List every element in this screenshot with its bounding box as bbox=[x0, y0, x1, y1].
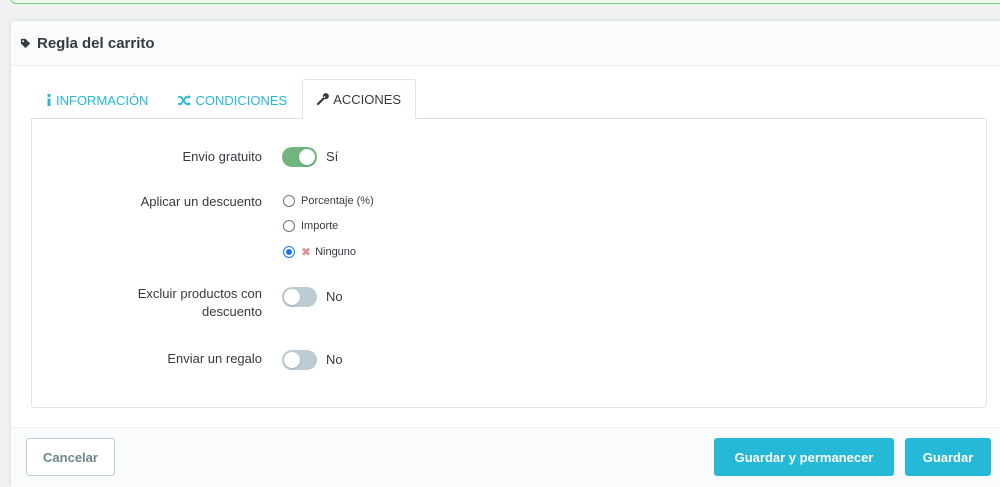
actions-tab-content: Envio gratuito Sí Aplicar un descuento P… bbox=[31, 118, 987, 408]
send-gift-label: Enviar un regalo bbox=[167, 351, 262, 366]
send-gift-state: No bbox=[326, 352, 343, 367]
cancel-button[interactable]: Cancelar bbox=[26, 438, 115, 476]
option-label: Importe bbox=[301, 220, 339, 232]
tab-label: INFORMACIÓN bbox=[56, 92, 149, 108]
x-icon: ✖ bbox=[301, 245, 312, 259]
option-label: Porcentaje (%) bbox=[301, 195, 374, 207]
free-shipping-label: Envio gratuito bbox=[182, 149, 263, 164]
exclude-discounted-switch[interactable] bbox=[282, 287, 317, 307]
label-line-2: descuento bbox=[202, 304, 262, 319]
tab-label: CONDICIONES bbox=[195, 92, 288, 108]
radio-percent[interactable] bbox=[283, 195, 295, 207]
switch-knob bbox=[299, 149, 315, 165]
wrench-icon bbox=[317, 93, 330, 105]
discount-option-percent[interactable]: Porcentaje (%) bbox=[283, 195, 374, 207]
radio-amount[interactable] bbox=[283, 220, 295, 232]
tab-label: ACCIONES bbox=[333, 91, 402, 107]
panel-heading: Regla del carrito bbox=[11, 21, 1000, 66]
switch-knob bbox=[284, 289, 300, 305]
panel-title: Regla del carrito bbox=[37, 34, 155, 52]
free-shipping-state: Sí bbox=[326, 149, 339, 164]
tab-bar: INFORMACIÓN CONDICIONES ACCIONES bbox=[31, 79, 417, 119]
switch-knob bbox=[284, 352, 300, 368]
send-gift-switch[interactable] bbox=[282, 350, 317, 370]
panel-footer: Cancelar Guardar y permanecer Guardar bbox=[11, 427, 1000, 487]
success-alert bbox=[10, 0, 1000, 4]
exclude-discounted-state: No bbox=[326, 289, 343, 304]
discount-label: Aplicar un descuento bbox=[140, 194, 262, 209]
save-and-stay-button[interactable]: Guardar y permanecer bbox=[714, 438, 894, 476]
label-line-1: Excluir productos con bbox=[137, 286, 262, 301]
tab-informacion[interactable]: INFORMACIÓN bbox=[31, 80, 163, 119]
discount-option-none[interactable]: ✖ Ninguno bbox=[283, 245, 356, 259]
save-button[interactable]: Guardar bbox=[905, 438, 991, 476]
exclude-discounted-label: Excluir productos con descuento bbox=[62, 285, 262, 321]
cart-rule-panel: Regla del carrito INFORMACIÓN CONDICIONE… bbox=[10, 20, 1000, 487]
discount-option-amount[interactable]: Importe bbox=[283, 220, 338, 232]
tab-condiciones[interactable]: CONDICIONES bbox=[163, 80, 302, 119]
info-icon bbox=[47, 94, 51, 106]
radio-none[interactable] bbox=[283, 246, 295, 258]
free-shipping-switch[interactable] bbox=[282, 147, 317, 167]
tab-acciones[interactable]: ACCIONES bbox=[302, 79, 417, 119]
option-label: Ninguno bbox=[315, 246, 357, 258]
shuffle-icon bbox=[178, 94, 192, 106]
tag-icon bbox=[20, 38, 31, 48]
